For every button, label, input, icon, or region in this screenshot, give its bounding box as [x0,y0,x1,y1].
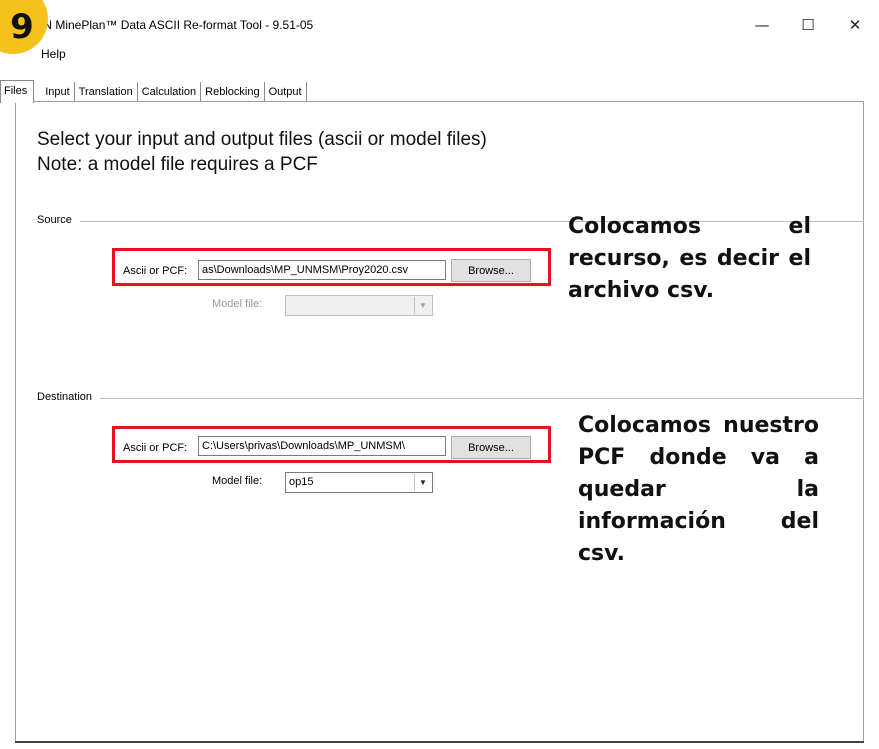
title-bar: GN MinePlan™ Data ASCII Re-format Tool -… [0,0,879,40]
close-icon: ✕ [848,16,862,34]
tab-output[interactable]: Output [265,82,307,102]
chevron-down-icon: ▼ [414,297,431,314]
heading-line-1: Select your input and output files (asci… [37,129,487,150]
destination-highlight-box [112,426,551,463]
destination-annotation: Colocamos nuestro PCF donde va a quedar … [578,413,819,566]
tab-files[interactable]: Files [0,80,35,103]
step-number: 9 [10,7,34,47]
tab-reblocking[interactable]: Reblocking [201,82,265,102]
minimize-button[interactable]: — [739,10,785,40]
close-button[interactable]: ✕ [832,10,878,40]
source-model-label: Model file: [212,298,263,310]
heading-line-2: Note: a model file requires a PCF [37,154,318,175]
destination-model-value: op15 [289,476,314,488]
destination-model-label: Model file: [212,475,263,487]
destination-group-label: Destination [37,391,96,403]
source-group-label: Source [37,214,75,226]
menu-help[interactable]: Help [41,47,66,61]
destination-group-border [100,398,864,399]
source-annotation: Colocamos el recurso, es decir el archiv… [568,214,811,303]
chevron-down-icon: ▼ [414,474,431,491]
tab-translation[interactable]: Translation [75,82,138,102]
tab-input[interactable]: Input [41,82,75,102]
source-highlight-box [112,248,551,286]
minimize-icon: — [754,16,770,34]
panel-border [15,741,864,747]
window-title: GN MinePlan™ Data ASCII Re-format Tool -… [34,18,314,32]
menu-bar: Help [0,40,879,62]
destination-model-select[interactable]: op15 ▼ [285,472,433,493]
maximize-icon: ☐ [801,16,815,34]
tab-strip: Files Input Translation Calculation Rebl… [0,80,307,103]
tab-calculation[interactable]: Calculation [138,82,202,102]
source-model-select: ▼ [285,295,433,316]
maximize-button[interactable]: ☐ [785,10,831,40]
